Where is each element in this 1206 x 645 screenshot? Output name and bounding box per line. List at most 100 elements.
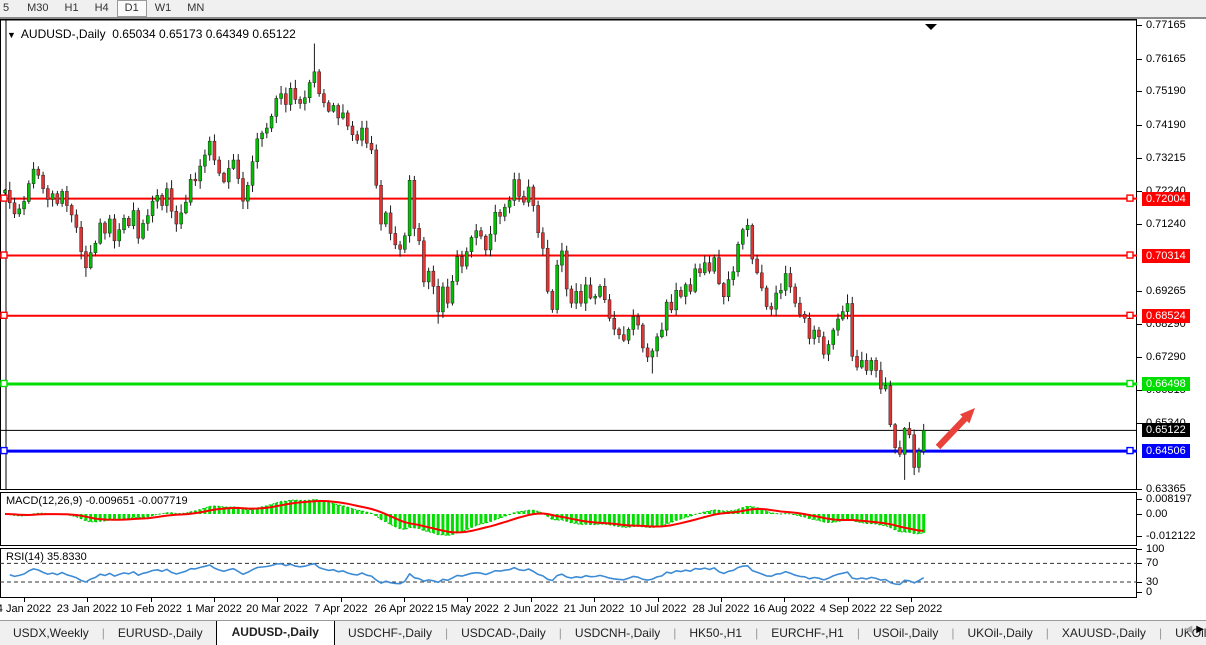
tab-ukoil-daily[interactable]: UKOil-,Daily [954, 622, 1045, 645]
macd-axis-label: 0.00 [1146, 508, 1167, 520]
y-axis-label: 0.75190 [1146, 85, 1186, 97]
date-label: 20 Mar 2022 [246, 603, 308, 615]
y-axis-label: 0.77165 [1146, 19, 1186, 31]
date-tick [721, 598, 722, 602]
chart-shift-marker-icon [925, 24, 937, 30]
date-label: 22 Sep 2022 [880, 603, 942, 615]
level-line-0.68524[interactable] [0, 312, 1137, 318]
timeframe-button-h4[interactable]: H4 [87, 0, 117, 17]
macd-axis-tick [1137, 499, 1142, 500]
tab-scroll-right-icon[interactable]: ▶ [1196, 624, 1204, 635]
date-label: 28 Jul 2022 [693, 603, 750, 615]
rsi-axis-label: 100 [1146, 543, 1164, 555]
tab-scroll-buttons: ◀ ▶ [1185, 624, 1204, 635]
timeframe-button-h1[interactable]: H1 [57, 0, 87, 17]
chart-symbol: AUDUSD-,Daily [21, 27, 106, 41]
rsi-axis-tick [1137, 592, 1142, 593]
y-axis-label: 0.67290 [1146, 351, 1186, 363]
timeframe-button-5[interactable]: 5 [0, 0, 19, 17]
rsi-name: RSI(14) [6, 551, 44, 563]
rsi-axis-label: 70 [1146, 557, 1158, 569]
date-tick [151, 598, 152, 602]
y-axis-tick [1137, 324, 1142, 325]
timeframe-button-w1[interactable]: W1 [147, 0, 180, 17]
mt4-window: 5M30H1H4D1W1MN ▼ AUDUSD-,Daily 0.65034 0.… [0, 0, 1206, 645]
macd-axis-label: -0.012122 [1146, 530, 1196, 542]
rsi-axis-tick [1137, 582, 1142, 583]
level-line-0.70314[interactable] [0, 252, 1137, 258]
date-label: 2 Jun 2022 [504, 603, 558, 615]
timeframe-button-m30[interactable]: M30 [19, 0, 56, 17]
price-badge-0.68524: 0.68524 [1142, 309, 1190, 323]
tab-xauusd-daily[interactable]: XAUUSD-,Daily [1049, 622, 1159, 645]
date-label: 21 Jun 2022 [564, 603, 625, 615]
price-badge-0.66498: 0.66498 [1142, 377, 1190, 391]
tab-usoil-daily[interactable]: USOil-,Daily [860, 622, 951, 645]
date-tick [848, 598, 849, 602]
tab-eurchf-h1[interactable]: EURCHF-,H1 [758, 622, 857, 645]
rsi-axis-label: 0 [1146, 586, 1152, 598]
y-axis-tick [1137, 224, 1142, 225]
macd-axis-tick [1137, 536, 1142, 537]
timeframe-button-d1[interactable]: D1 [117, 0, 147, 17]
date-tick [784, 598, 785, 602]
price-badge-0.64506: 0.64506 [1142, 444, 1190, 458]
chart-title: ▼ AUDUSD-,Daily 0.65034 0.65173 0.64349 0… [7, 27, 296, 41]
y-axis-label: 0.74190 [1146, 119, 1186, 131]
y-axis-label: 0.76165 [1146, 53, 1186, 65]
date-tick [467, 598, 468, 602]
tab-scroll-left-icon[interactable]: ◀ [1185, 624, 1193, 635]
tab-eurusd-daily[interactable]: EURUSD-,Daily [105, 622, 216, 645]
level-line-0.64506[interactable] [0, 448, 1137, 454]
date-label: 1 Mar 2022 [186, 603, 242, 615]
y-axis-tick [1137, 291, 1142, 292]
tab-hk50-h1[interactable]: HK50-,H1 [676, 622, 755, 645]
chart-tabs: USDX,Weekly|EURUSD-,DailyAUDUSD-,DailyUS… [0, 620, 1206, 645]
tab-usdx-weekly[interactable]: USDX,Weekly [0, 622, 102, 645]
macd-axis-tick [1137, 514, 1142, 515]
date-tick [87, 598, 88, 602]
y-axis-tick [1137, 357, 1142, 358]
date-label: 10 Jul 2022 [630, 603, 687, 615]
rsi-line [10, 564, 924, 585]
price-badge-0.65122: 0.65122 [1142, 423, 1190, 437]
date-tick [658, 598, 659, 602]
tab-usdcnh-daily[interactable]: USDCNH-,Daily [562, 622, 673, 645]
y-axis-tick [1137, 91, 1142, 92]
price-axis: 0.771650.761650.751900.741900.732150.722… [1137, 19, 1206, 618]
y-axis-tick [1137, 158, 1142, 159]
chart-title-caret-icon: ▼ [7, 30, 16, 40]
date-axis: 4 Jan 202223 Jan 202210 Feb 20221 Mar 20… [0, 598, 1137, 619]
macd-name: MACD(12,26,9) [6, 495, 82, 507]
price-badge-0.70314: 0.70314 [1142, 249, 1190, 263]
y-axis-tick [1137, 25, 1142, 26]
date-tick [911, 598, 912, 602]
date-tick [24, 598, 25, 602]
date-label: 16 Aug 2022 [753, 603, 815, 615]
date-tick [594, 598, 595, 602]
date-tick [277, 598, 278, 602]
level-line-0.66498[interactable] [0, 381, 1137, 387]
buy-arrow-annotation[interactable] [936, 408, 975, 449]
timeframe-toolbar: 5M30H1H4D1W1MN [0, 0, 1206, 19]
candlestick-chart[interactable] [0, 19, 1137, 490]
rsi-chart[interactable] [0, 548, 1137, 598]
tab-usdchf-daily[interactable]: USDCHF-,Daily [335, 622, 445, 645]
candles [4, 44, 926, 480]
chart-ohlc-values: 0.65034 0.65173 0.64349 0.65122 [112, 27, 296, 41]
y-axis-tick [1137, 125, 1142, 126]
tab-usdcad-daily[interactable]: USDCAD-,Daily [448, 622, 559, 645]
date-label: 15 May 2022 [435, 603, 499, 615]
timeframe-button-mn[interactable]: MN [179, 0, 212, 17]
rsi-label: RSI(14) 35.8330 [6, 551, 87, 563]
macd-values: -0.009651 -0.007719 [85, 495, 187, 507]
tab-audusd-daily[interactable]: AUDUSD-,Daily [216, 620, 335, 645]
date-label: 10 Feb 2022 [120, 603, 182, 615]
y-axis-tick [1137, 59, 1142, 60]
y-axis-label: 0.71240 [1146, 218, 1186, 230]
date-tick [531, 598, 532, 602]
date-tick [214, 598, 215, 602]
rsi-axis-tick [1137, 563, 1142, 564]
date-tick [341, 598, 342, 602]
date-tick [404, 598, 405, 602]
